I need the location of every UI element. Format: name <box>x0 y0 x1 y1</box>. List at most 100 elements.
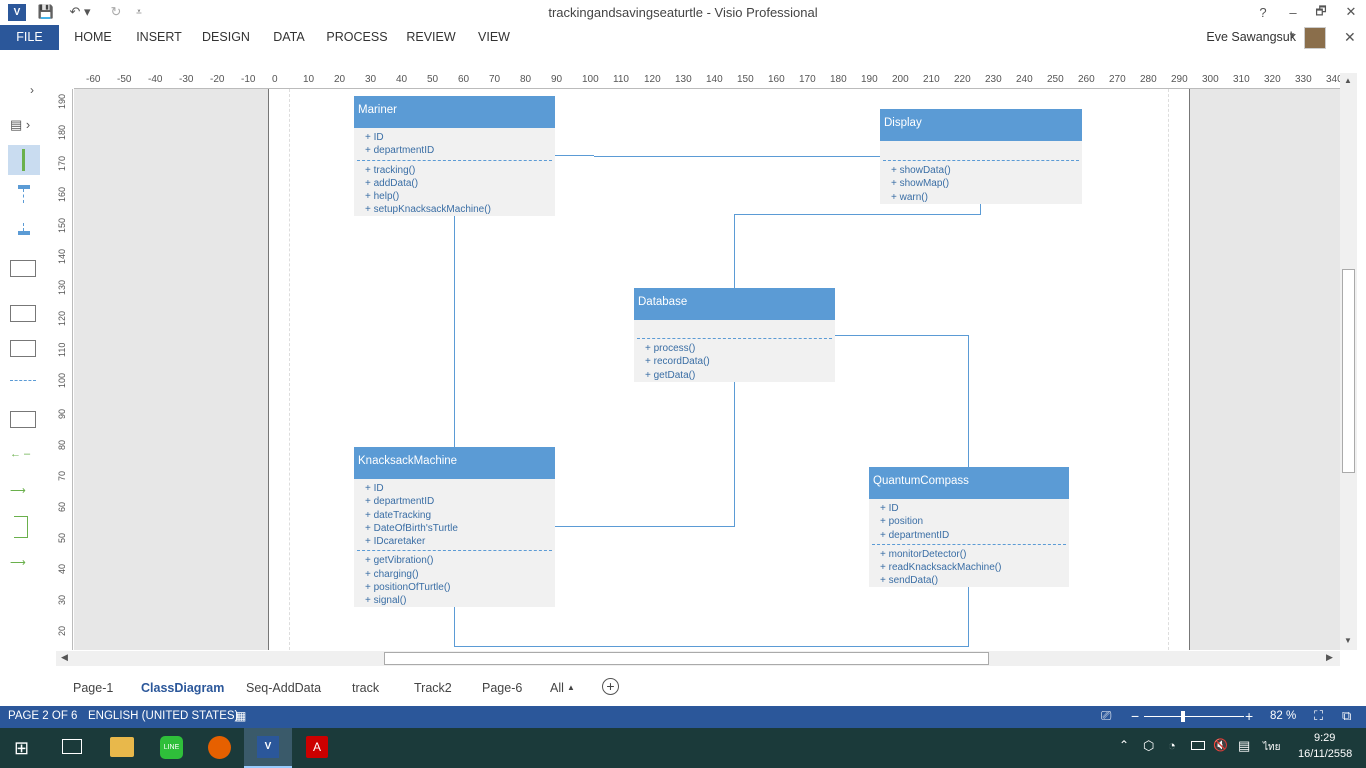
vertical-scrollbar[interactable]: ▲ ▼ <box>1340 73 1357 650</box>
tab-design[interactable]: DESIGN <box>200 25 252 50</box>
expand-shapes-icon[interactable]: › <box>30 83 34 97</box>
stencil-shape-dependency-arrow[interactable]: ← – <box>10 448 30 460</box>
help-button[interactable]: ? <box>1254 3 1272 21</box>
horizontal-scrollbar[interactable]: ◀ ▶ <box>56 651 1340 666</box>
stencil-shape-connector-2[interactable] <box>18 223 30 245</box>
page-indicator[interactable]: PAGE 2 OF 6 <box>8 710 77 722</box>
page-tab-track[interactable]: track <box>352 681 379 695</box>
scroll-right-icon[interactable]: ▶ <box>1326 652 1333 663</box>
vertical-scroll-thumb[interactable] <box>1342 269 1355 473</box>
stencil-shape-connector-1[interactable] <box>18 185 30 207</box>
connector-mariner-display-h1[interactable] <box>554 155 594 156</box>
connector-database-knacksack-v[interactable] <box>734 382 735 527</box>
connector-mariner-display-h2[interactable] <box>594 156 882 157</box>
zoom-slider[interactable] <box>1144 716 1244 717</box>
connector-display-database-h[interactable] <box>734 214 981 215</box>
zoom-slider-thumb[interactable] <box>1181 711 1185 722</box>
scroll-left-icon[interactable]: ◀ <box>61 652 68 663</box>
language-indicator[interactable]: ENGLISH (UNITED STATES) <box>88 710 238 722</box>
wifi-icon[interactable]: ◔ <box>1168 738 1176 753</box>
close-ribbon-icon[interactable]: ✕ <box>1344 29 1356 46</box>
method: + getVibration() <box>365 555 434 567</box>
connector-knacksack-quantum-v2[interactable] <box>968 587 969 647</box>
page-tab-page-6[interactable]: Page-6 <box>482 681 522 695</box>
firefox-icon[interactable] <box>208 736 231 759</box>
scroll-down-icon[interactable]: ▼ <box>1344 636 1352 645</box>
tab-data[interactable]: DATA <box>268 25 310 50</box>
acrobat-icon[interactable]: A <box>306 736 328 758</box>
attribute: + ID <box>365 132 384 143</box>
ruler-label: 120 <box>57 310 67 326</box>
add-page-icon[interactable]: + <box>602 678 619 695</box>
minimize-button[interactable]: – <box>1283 3 1303 21</box>
tab-home[interactable]: HOME <box>68 25 118 50</box>
class-database[interactable]: Database + process() + recordData() + ge… <box>634 288 835 382</box>
tab-view[interactable]: VIEW <box>473 25 515 50</box>
dropbox-icon[interactable]: ⬡ <box>1143 738 1154 754</box>
stencil-shape-class-4[interactable] <box>10 411 36 428</box>
scroll-up-icon[interactable]: ▲ <box>1344 76 1352 85</box>
page-tab-classdiagram[interactable]: ClassDiagram <box>141 681 224 695</box>
volume-icon[interactable]: 🔇 <box>1213 738 1228 752</box>
user-name[interactable]: Eve Sawangsuk <box>1196 25 1296 50</box>
battery-icon[interactable] <box>1191 741 1205 750</box>
show-hidden-icons-icon[interactable]: ⌃ <box>1119 738 1129 752</box>
connector-display-database-v2[interactable] <box>734 214 735 288</box>
line-app-icon[interactable]: LINE <box>160 736 183 759</box>
stencil-shape-class-2[interactable] <box>10 305 36 322</box>
visio-taskbar-icon[interactable]: V <box>244 728 292 768</box>
connector-knacksack-quantum-h[interactable] <box>454 646 969 647</box>
stencil-shape-self-loop[interactable] <box>14 516 28 538</box>
zoom-out-button[interactable]: − <box>1131 708 1139 724</box>
start-button-icon[interactable]: ⊞ <box>14 738 29 759</box>
presentation-mode-icon[interactable]: ⎚ <box>1101 708 1111 724</box>
shapes-pane-collapsed: › ▤ › ← – ⟶ ⟶ <box>0 73 56 653</box>
zoom-level[interactable]: 82 % <box>1270 710 1296 722</box>
tab-review[interactable]: REVIEW <box>404 25 458 50</box>
stencil-shape-class-1[interactable] <box>10 260 36 277</box>
clock-time[interactable]: 9:29 <box>1314 732 1335 744</box>
more-shapes-icon[interactable]: ▤ › <box>10 117 30 133</box>
connector-database-quantum-v[interactable] <box>968 335 969 467</box>
input-language[interactable]: ไทย <box>1263 740 1280 755</box>
status-bar: PAGE 2 OF 6 ENGLISH (UNITED STATES) ▦ ⎚ … <box>0 706 1366 728</box>
class-database-methods: + process() + recordData() + getData() <box>634 339 835 384</box>
class-knacksackmachine[interactable]: KnacksackMachine + ID + departmentID + d… <box>354 447 555 607</box>
ruler-label: 80 <box>57 439 67 450</box>
stencil-shape-line-selected[interactable] <box>8 145 40 175</box>
tab-insert[interactable]: INSERT <box>134 25 184 50</box>
switch-windows-icon[interactable]: ⧉ <box>1342 708 1351 724</box>
class-display[interactable]: Display + showData() + showMap() + warn(… <box>880 109 1082 204</box>
all-pages-button[interactable]: All <box>550 681 564 695</box>
stencil-shape-generalization-arrow[interactable]: ⟶ <box>10 556 26 569</box>
connector-database-knacksack-h[interactable] <box>554 526 735 527</box>
fit-page-icon[interactable]: ⛶ <box>1314 708 1323 724</box>
avatar[interactable] <box>1304 27 1326 49</box>
connector-knacksack-quantum-v1[interactable] <box>454 607 455 647</box>
stencil-shape-class-3[interactable] <box>10 340 36 357</box>
connector-mariner-knacksack[interactable] <box>454 216 455 448</box>
restore-button[interactable]: 🗗 <box>1311 3 1331 21</box>
stencil-shape-dashed-line[interactable] <box>10 380 36 381</box>
tab-process[interactable]: PROCESS <box>326 25 388 50</box>
page-tab-track2[interactable]: Track2 <box>414 681 452 695</box>
ruler-label: 140 <box>57 248 67 264</box>
account-dropdown-icon[interactable]: ▼ <box>1288 31 1296 40</box>
drawing-canvas[interactable]: Mariner + ID + departmentID + tracking()… <box>74 89 1340 650</box>
file-explorer-icon[interactable] <box>110 737 134 757</box>
class-mariner[interactable]: Mariner + ID + departmentID + tracking()… <box>354 96 555 216</box>
horizontal-scroll-thumb[interactable] <box>384 652 989 665</box>
stencil-shape-association-arrow[interactable]: ⟶ <box>10 484 26 497</box>
close-button[interactable]: ✕ <box>1341 3 1361 21</box>
action-center-icon[interactable]: ▤ <box>1238 738 1250 754</box>
page-tab-page-1[interactable]: Page-1 <box>73 681 113 695</box>
zoom-in-button[interactable]: + <box>1245 708 1253 724</box>
page-tab-seq-adddata[interactable]: Seq-AddData <box>246 681 321 695</box>
macro-icon[interactable]: ▦ <box>235 709 246 723</box>
task-view-icon[interactable] <box>62 739 82 754</box>
class-quantumcompass[interactable]: QuantumCompass + ID + position + departm… <box>869 467 1069 587</box>
tab-file[interactable]: FILE <box>0 25 59 50</box>
horizontal-ruler: -60 -50 -40 -30 -20 -10 0 10 20 30 40 50 60 70 80 90 100… <box>74 73 1354 89</box>
clock-date[interactable]: 16/11/2558 <box>1298 748 1352 760</box>
connector-database-quantum-h[interactable] <box>834 335 969 336</box>
